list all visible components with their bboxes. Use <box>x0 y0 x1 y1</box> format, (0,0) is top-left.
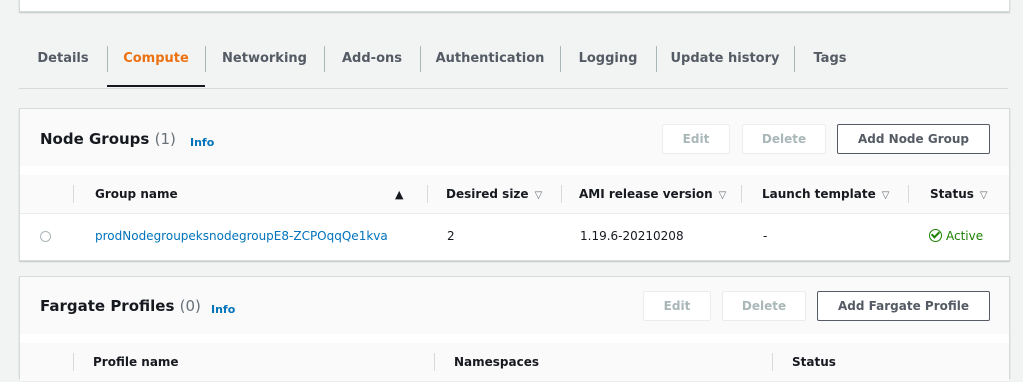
column-separator <box>73 353 74 371</box>
node-groups-table-header: Group name ▲ Desired size ▽ AMI release v… <box>20 175 1009 214</box>
column-group-name[interactable]: Group name <box>95 175 178 213</box>
tab-logging[interactable]: Logging <box>560 42 656 86</box>
column-desired-size-label: Desired size <box>446 187 529 201</box>
node-groups-title: Node Groups (1) <box>40 130 176 148</box>
node-groups-header: Node Groups (1) Info Edit Delete Add Nod… <box>20 109 1009 166</box>
column-separator <box>427 185 428 203</box>
fargate-profiles-panel: Fargate Profiles (0) Info Edit Delete Ad… <box>19 276 1010 382</box>
column-status[interactable]: Status <box>792 343 836 381</box>
fargate-profiles-delete-button[interactable]: Delete <box>722 291 806 321</box>
column-separator <box>772 353 773 371</box>
fargate-profiles-header: Fargate Profiles (0) Info Edit Delete Ad… <box>20 277 1009 334</box>
node-groups-info-link[interactable]: Info <box>190 136 214 149</box>
tab-add-ons[interactable]: Add-ons <box>324 42 420 86</box>
sort-caret-icon: ▽ <box>979 190 988 201</box>
fargate-profiles-edit-button[interactable]: Edit <box>643 291 711 321</box>
sort-caret-icon: ▽ <box>718 190 727 201</box>
group-name-link[interactable]: prodNodegroupeksnodegroupE8-ZCPOqqQe1kva <box>95 229 388 243</box>
fargate-profiles-info-link[interactable]: Info <box>211 303 235 316</box>
overview-card <box>19 0 1010 12</box>
fargate-profiles-table-header: Profile name Namespaces Status <box>20 343 1009 382</box>
tab-details[interactable]: Details <box>19 42 107 86</box>
column-ami-release-version-label: AMI release version <box>579 187 713 201</box>
column-launch-template-label: Launch template <box>762 187 876 201</box>
row-select-radio[interactable] <box>40 231 51 242</box>
tabs-divider <box>19 88 1008 89</box>
node-groups-edit-button[interactable]: Edit <box>662 124 730 154</box>
column-launch-template[interactable]: Launch template ▽ <box>762 175 889 213</box>
column-separator <box>73 185 74 203</box>
status-badge: Active <box>929 229 983 243</box>
launch-template-value: - <box>763 229 768 243</box>
tab-compute[interactable]: Compute <box>107 42 205 86</box>
column-ami-release-version[interactable]: AMI release version ▽ <box>579 175 726 213</box>
add-node-group-button[interactable]: Add Node Group <box>837 124 990 154</box>
tab-networking[interactable]: Networking <box>205 42 324 86</box>
sort-ascending-icon[interactable]: ▲ <box>395 188 403 201</box>
column-desired-size[interactable]: Desired size ▽ <box>446 175 542 213</box>
ami-release-version-value: 1.19.6-20210208 <box>580 229 684 243</box>
status-text: Active <box>946 229 984 243</box>
fargate-profiles-count: (0) <box>179 297 201 315</box>
column-separator <box>908 185 909 203</box>
node-groups-count: (1) <box>154 130 176 148</box>
column-namespaces[interactable]: Namespaces <box>454 343 539 381</box>
node-groups-delete-button[interactable]: Delete <box>742 124 826 154</box>
add-fargate-profile-button[interactable]: Add Fargate Profile <box>817 291 990 321</box>
column-status[interactable]: Status ▽ <box>930 175 988 213</box>
column-separator <box>741 185 742 203</box>
tab-update-history[interactable]: Update history <box>656 42 794 86</box>
fargate-profiles-title: Fargate Profiles (0) <box>40 297 201 315</box>
column-separator <box>434 353 435 371</box>
node-groups-panel: Node Groups (1) Info Edit Delete Add Nod… <box>19 108 1010 261</box>
tab-authentication[interactable]: Authentication <box>420 42 560 86</box>
column-profile-name[interactable]: Profile name <box>93 343 179 381</box>
active-tab-indicator <box>107 85 205 87</box>
fargate-profiles-title-text: Fargate Profiles <box>40 297 175 315</box>
column-status-label: Status <box>930 187 974 201</box>
desired-size-value: 2 <box>447 229 455 243</box>
sort-caret-icon: ▽ <box>534 190 543 201</box>
sort-caret-icon: ▽ <box>881 190 890 201</box>
node-groups-title-text: Node Groups <box>40 130 150 148</box>
status-success-icon <box>929 229 942 242</box>
tab-tags[interactable]: Tags <box>794 42 866 86</box>
tab-bar: Details Compute Networking Add-ons Authe… <box>19 42 1008 88</box>
column-separator <box>561 185 562 203</box>
